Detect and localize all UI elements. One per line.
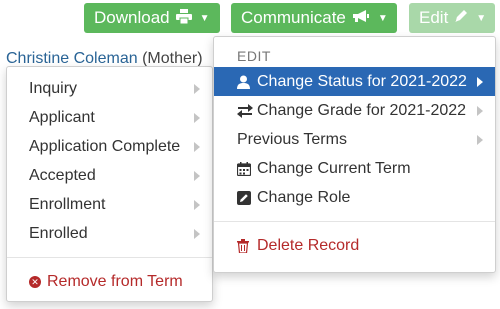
- chevron-right-icon: [477, 76, 483, 87]
- change-current-term-label: Change Current Term: [257, 159, 411, 177]
- chevron-right-icon: [194, 228, 200, 239]
- status-item-enrollment[interactable]: Enrollment: [7, 190, 212, 219]
- edit-menu: EDIT Change Status for 2021-2022 Change …: [213, 36, 496, 273]
- exchange-icon: [237, 103, 253, 118]
- chevron-right-icon: [477, 134, 483, 145]
- status-submenu: Inquiry Applicant Application Complete A…: [6, 66, 213, 302]
- contact-link[interactable]: Christine Coleman: [6, 50, 138, 67]
- download-button[interactable]: Download ▼: [84, 3, 220, 33]
- previous-terms-item[interactable]: Previous Terms: [214, 125, 495, 154]
- change-status-item[interactable]: Change Status for 2021-2022: [214, 67, 495, 96]
- chevron-right-icon: [194, 199, 200, 210]
- chevron-right-icon: [194, 141, 200, 152]
- status-item-label: Enrolled: [29, 224, 88, 242]
- status-item-label: Enrollment: [29, 195, 106, 213]
- delete-record-label: Delete Record: [257, 236, 360, 254]
- menu-divider: [214, 221, 495, 222]
- printer-icon: [175, 8, 192, 28]
- change-current-term-item[interactable]: Change Current Term: [214, 154, 495, 183]
- chevron-down-icon: ▼: [377, 12, 388, 24]
- chevron-right-icon: [194, 83, 200, 94]
- previous-terms-label: Previous Terms: [237, 130, 347, 148]
- change-grade-label: Change Grade for 2021-2022: [257, 101, 467, 119]
- status-item-label: Inquiry: [29, 79, 78, 97]
- menu-divider: [7, 257, 212, 258]
- chevron-right-icon: [194, 112, 200, 123]
- trash-icon: [237, 238, 253, 253]
- edit-button[interactable]: Edit ▼: [409, 3, 495, 33]
- status-item-label: Accepted: [29, 166, 96, 184]
- status-item-applicant[interactable]: Applicant: [7, 103, 212, 132]
- chevron-right-icon: [194, 170, 200, 181]
- status-item-accepted[interactable]: Accepted: [7, 161, 212, 190]
- megaphone-icon: [352, 9, 370, 27]
- status-item-label: Applicant: [29, 108, 95, 126]
- remove-circle-icon: ✕: [29, 275, 41, 288]
- edit-label: Edit: [419, 8, 449, 27]
- pencil-icon: [454, 9, 468, 27]
- calendar-icon: [237, 161, 253, 176]
- status-item-inquiry[interactable]: Inquiry: [7, 74, 212, 103]
- download-label: Download: [94, 8, 170, 27]
- user-icon: [237, 75, 253, 89]
- delete-record-item[interactable]: Delete Record: [214, 231, 495, 260]
- contact-relation: (Mother): [142, 50, 203, 67]
- edit-menu-header: EDIT: [237, 48, 271, 64]
- chevron-down-icon: ▼: [476, 12, 487, 24]
- edit-square-icon: [237, 190, 253, 205]
- remove-from-term-item[interactable]: ✕ Remove from Term: [7, 267, 212, 296]
- chevron-right-icon: [477, 105, 483, 116]
- change-grade-item[interactable]: Change Grade for 2021-2022: [214, 96, 495, 125]
- change-status-label: Change Status for 2021-2022: [257, 72, 467, 90]
- communicate-button[interactable]: Communicate ▼: [231, 3, 397, 33]
- communicate-label: Communicate: [241, 8, 346, 27]
- status-item-label: Application Complete: [29, 137, 181, 155]
- change-role-label: Change Role: [257, 188, 351, 206]
- status-item-enrolled[interactable]: Enrolled: [7, 219, 212, 248]
- status-item-application-complete[interactable]: Application Complete: [7, 132, 212, 161]
- change-role-item[interactable]: Change Role: [214, 183, 495, 212]
- remove-from-term-label: Remove from Term: [47, 272, 183, 290]
- chevron-down-icon: ▼: [199, 12, 210, 24]
